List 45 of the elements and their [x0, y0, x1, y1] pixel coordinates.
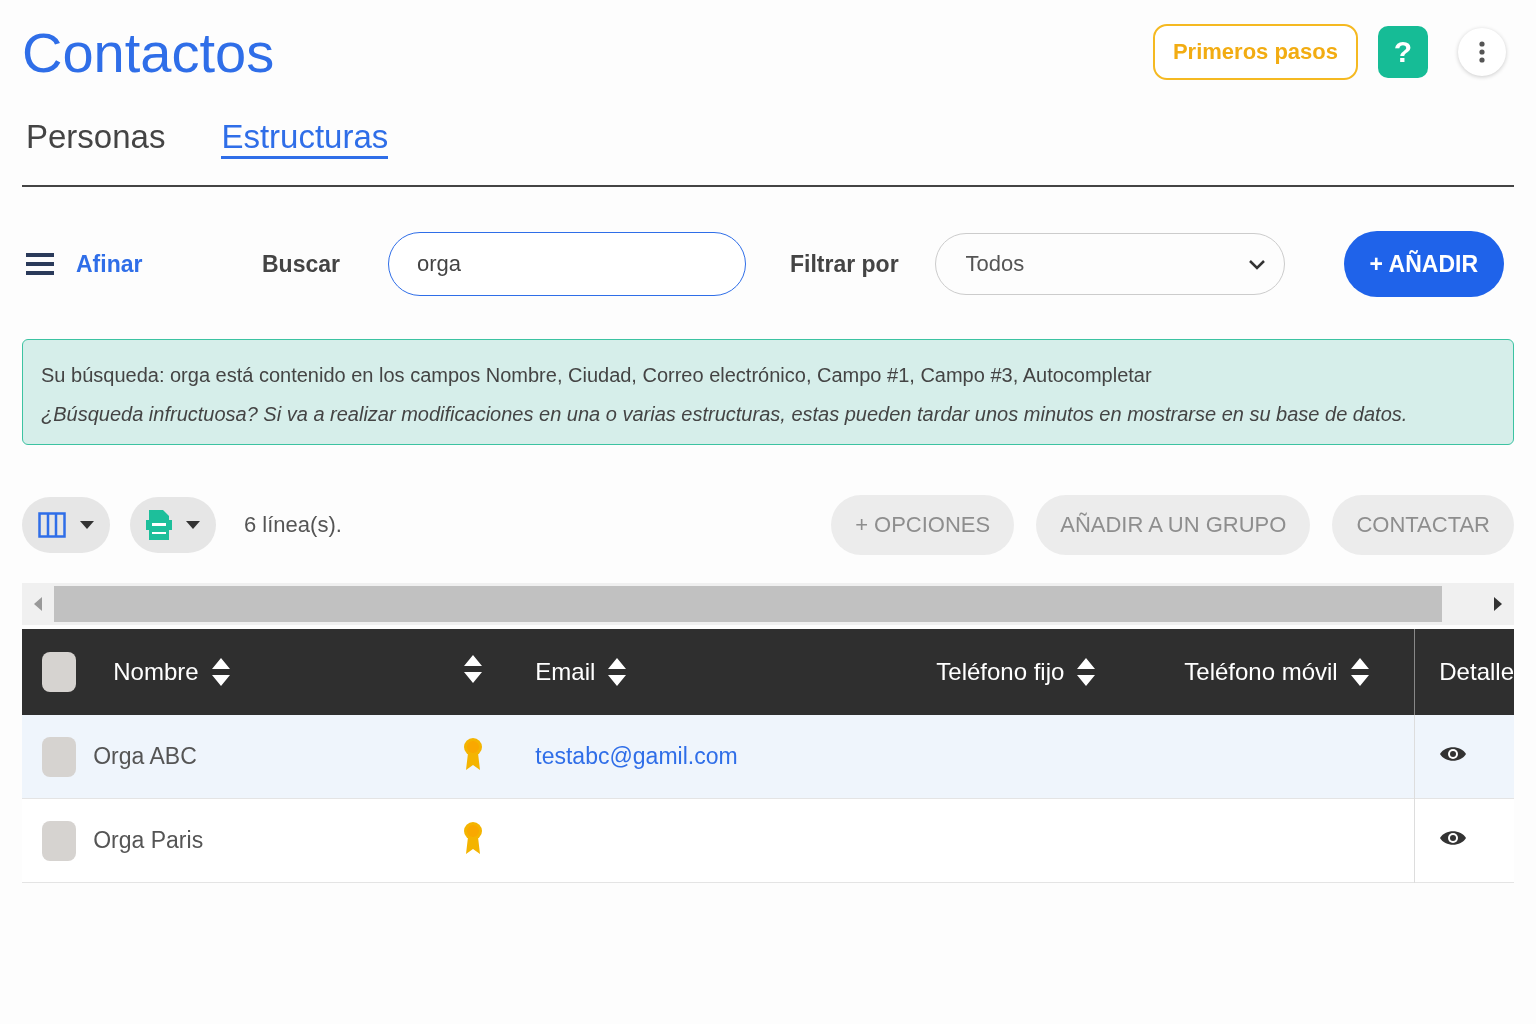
refine-button[interactable]: Afinar	[22, 250, 262, 278]
email-link[interactable]: testabc@gamil.com	[535, 743, 738, 769]
select-all-checkbox[interactable]	[42, 652, 76, 692]
columns-button[interactable]	[22, 497, 110, 553]
column-header: Nombre	[113, 658, 199, 686]
sort-icon[interactable]	[1076, 657, 1097, 687]
name-cell: Orga ABC	[93, 743, 197, 769]
search-summary: Su búsqueda: orga está contenido en los campos Nombre, Ciudad, Correo electrónico, Campo #1, Campo #3, Autocompletar	[41, 364, 1153, 387]
award-icon	[462, 820, 483, 855]
help-button[interactable]: ?	[1378, 26, 1428, 78]
add-button[interactable]: + AÑADIR	[1343, 231, 1504, 297]
spreadsheet-file-icon	[146, 509, 172, 541]
row-checkbox[interactable]	[42, 736, 76, 777]
tab[interactable]: Estructuras	[221, 118, 389, 159]
sort-icon[interactable]	[210, 657, 231, 687]
table-row[interactable]: Orga Paris	[22, 798, 1514, 883]
chevron-icon	[1247, 258, 1266, 270]
table-row[interactable]: Orga ABC testabc@gamil.com	[22, 715, 1514, 799]
caret-icon	[186, 521, 200, 529]
page-title: Contactos	[22, 19, 275, 85]
row-count: 6 línea(s).	[244, 512, 342, 538]
column-header: Teléfono móvil	[1184, 658, 1338, 686]
column-header: Teléfono fijo	[936, 658, 1065, 686]
column-header: Email	[535, 658, 596, 686]
search-label: Buscar	[262, 250, 340, 278]
name-cell: Orga Paris	[93, 827, 204, 853]
sort-icon[interactable]	[607, 657, 628, 687]
more-icon	[1479, 41, 1485, 63]
horizontal-scrollbar[interactable]	[22, 583, 1514, 625]
filter-label: Filtrar por	[790, 250, 899, 278]
row-checkbox[interactable]	[42, 820, 76, 861]
column-header: Detalle	[1439, 658, 1514, 686]
scrollbar-thumb[interactable]	[54, 586, 1442, 622]
eye-icon[interactable]	[1439, 828, 1468, 848]
info-note: ¿Búsqueda infructuosa? Si va a realizar modificaciones en una o varias estructuras, estas pueden tardar unos minutos en mostrarse en su base de datos.	[41, 403, 1409, 426]
menu-icon	[26, 253, 54, 275]
sort-icon[interactable]	[1349, 657, 1370, 687]
tab[interactable]: Personas	[26, 118, 166, 159]
scroll-right-icon[interactable]	[1494, 597, 1502, 611]
award-icon	[462, 736, 483, 771]
columns-icon	[38, 512, 66, 538]
eye-icon[interactable]	[1439, 744, 1468, 764]
caret-icon	[80, 521, 94, 529]
search-field[interactable]: orga	[388, 232, 746, 296]
more-button[interactable]	[1458, 28, 1506, 76]
